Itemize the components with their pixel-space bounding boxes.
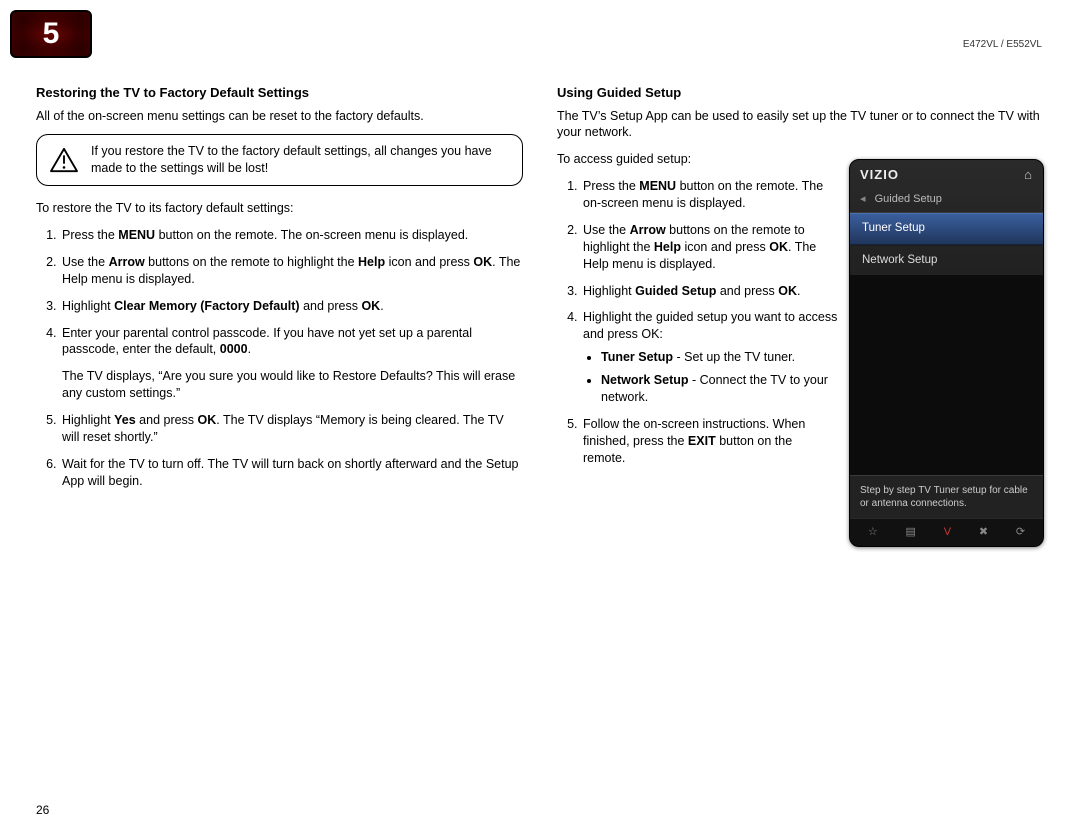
model-label: E472VL / E552VL bbox=[963, 38, 1042, 52]
chapter-number: 5 bbox=[43, 14, 60, 55]
left-column: Restoring the TV to Factory Default Sett… bbox=[36, 84, 523, 500]
tv-menu-help-text: Step by step TV Tuner setup for cable or… bbox=[850, 475, 1043, 518]
left-step-1: Press the MENU button on the remote. The… bbox=[60, 227, 523, 244]
left-lead: To restore the TV to its factory default… bbox=[36, 200, 523, 217]
left-steps: Press the MENU button on the remote. The… bbox=[36, 227, 523, 490]
left-step-2: Use the Arrow buttons on the remote to h… bbox=[60, 254, 523, 288]
warning-box: If you restore the TV to the factory def… bbox=[36, 134, 523, 186]
tv-menu-brand: VIZIO bbox=[860, 166, 899, 184]
warning-text: If you restore the TV to the factory def… bbox=[91, 143, 512, 177]
right-step-5: Follow the on-screen instructions. When … bbox=[581, 416, 838, 467]
tv-menu-item-network: Network Setup bbox=[850, 245, 1043, 276]
close-icon: ✖ bbox=[979, 525, 988, 540]
right-step-4: Highlight the guided setup you want to a… bbox=[581, 309, 838, 405]
left-step-3: Highlight Clear Memory (Factory Default)… bbox=[60, 298, 523, 315]
tv-menu-footer: ☆ ▤ V ✖ ⟳ bbox=[850, 518, 1043, 546]
right-step-3: Highlight Guided Setup and press OK. bbox=[581, 283, 838, 300]
right-step-2: Use the Arrow buttons on the remote to h… bbox=[581, 222, 838, 273]
refresh-icon: ⟳ bbox=[1016, 525, 1025, 540]
right-bullet-network: Network Setup - Connect the TV to your n… bbox=[601, 372, 838, 406]
right-column: Using Guided Setup The TV’s Setup App ca… bbox=[557, 84, 1044, 500]
right-step-1: Press the MENU button on the remote. The… bbox=[581, 178, 838, 212]
right-heading: Using Guided Setup bbox=[557, 84, 1044, 102]
right-steps: Press the MENU button on the remote. The… bbox=[557, 178, 838, 466]
tv-menu-item-tuner: Tuner Setup bbox=[850, 213, 1043, 245]
tv-menu-screenshot: VIZIO ⌂ ◂ Guided Setup Tuner Setup Netwo… bbox=[849, 159, 1044, 547]
right-intro: The TV’s Setup App can be used to easily… bbox=[557, 108, 1044, 142]
page-number: 26 bbox=[36, 802, 49, 818]
chapter-badge: 5 bbox=[10, 10, 92, 58]
right-bullet-tuner: Tuner Setup - Set up the TV tuner. bbox=[601, 349, 838, 366]
chevron-left-icon: ◂ bbox=[860, 193, 866, 205]
v-button-icon: V bbox=[944, 525, 951, 540]
tv-menu-breadcrumb: ◂ Guided Setup bbox=[850, 188, 1043, 214]
home-icon: ⌂ bbox=[1024, 166, 1033, 184]
grid-icon: ▤ bbox=[906, 525, 916, 540]
left-step-5: Highlight Yes and press OK. The TV displ… bbox=[60, 412, 523, 446]
left-intro: All of the on-screen menu settings can b… bbox=[36, 108, 523, 125]
left-step-4: Enter your parental control passcode. If… bbox=[60, 325, 523, 403]
left-step-6: Wait for the TV to turn off. The TV will… bbox=[60, 456, 523, 490]
warning-icon bbox=[49, 147, 79, 173]
right-lead: To access guided setup: bbox=[557, 151, 838, 168]
star-icon: ☆ bbox=[868, 525, 878, 540]
left-heading: Restoring the TV to Factory Default Sett… bbox=[36, 84, 523, 102]
